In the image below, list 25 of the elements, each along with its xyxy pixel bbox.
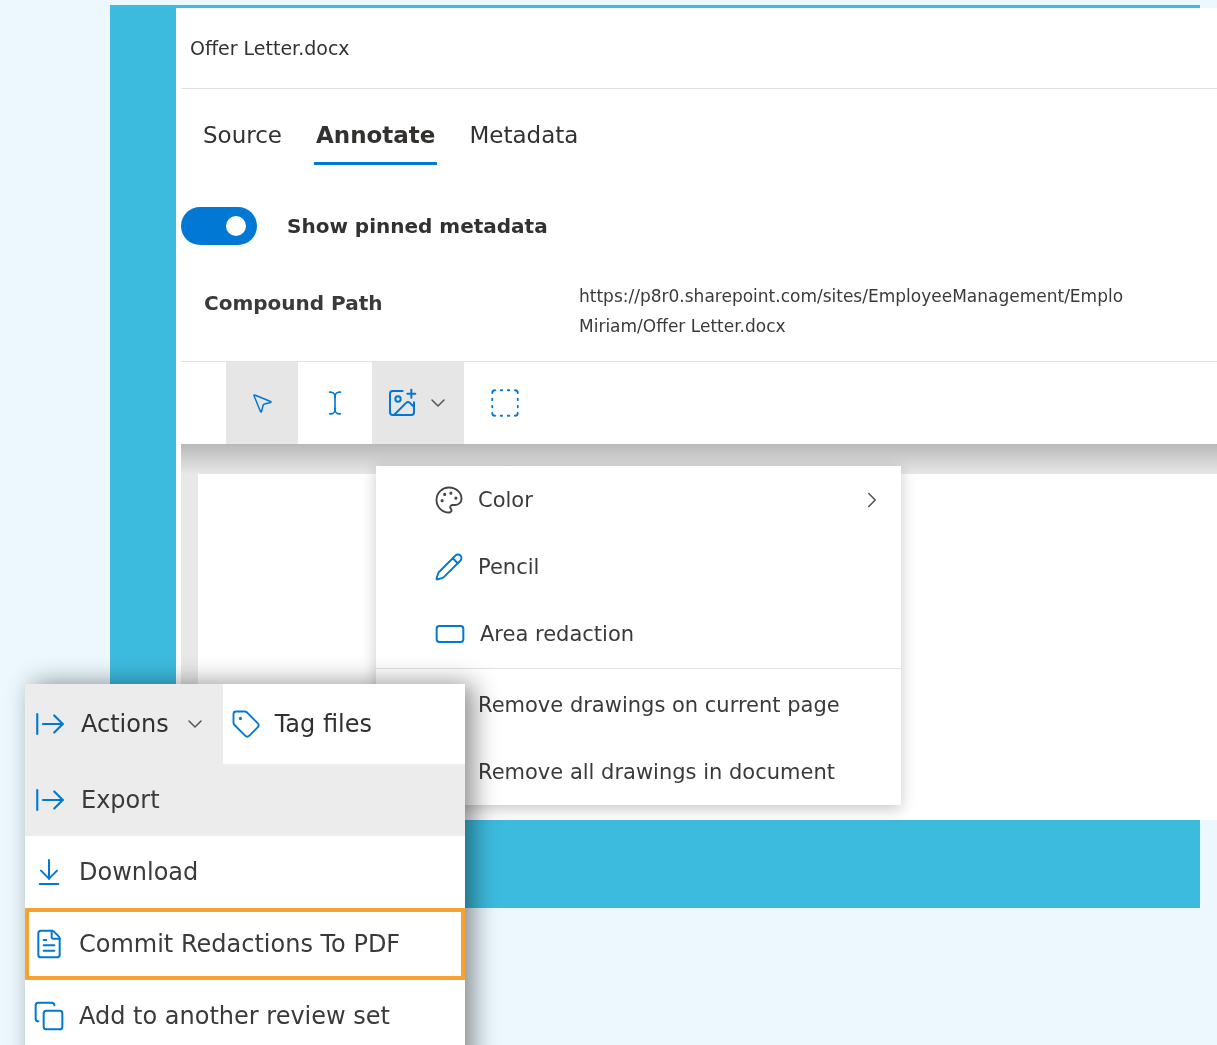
menu-item[interactable]: Area redaction (376, 600, 901, 667)
menu-item[interactable]: Pencil (376, 533, 901, 600)
actions-button[interactable]: Actions (25, 684, 223, 764)
tab[interactable]: Metadata (467, 107, 581, 165)
toggle-switch[interactable] (181, 207, 257, 245)
pointer-icon (250, 391, 274, 415)
window-title: Offer Letter.docx (190, 37, 350, 59)
field-label: Compound Path (204, 290, 384, 317)
menu-item[interactable]: Commit Redactions To PDF (25, 908, 465, 980)
menu-item[interactable]: Download (25, 836, 465, 908)
image-edit-icon (386, 387, 418, 419)
palette-icon (434, 484, 464, 515)
tab[interactable]: Annotate (314, 107, 438, 165)
draw-tool-button[interactable] (372, 362, 464, 444)
menu-item[interactable]: Add to another review set (25, 980, 465, 1045)
select-tool-button[interactable] (226, 362, 298, 444)
menu-item[interactable]: Color (376, 466, 901, 533)
dashed-square-icon (488, 386, 522, 420)
tab[interactable]: Source (201, 107, 284, 165)
copy-icon (33, 1000, 65, 1032)
field-value: https://p8r0.sharepoint.com/sites/EmployeeManagement/Emplo Miriam/Offer Letter.docx (579, 285, 1124, 338)
menu-item[interactable]: Export (25, 764, 465, 836)
tag-icon (230, 709, 261, 739)
toggle-label: Show pinned metadata (287, 214, 548, 238)
pencil-icon (434, 551, 464, 582)
